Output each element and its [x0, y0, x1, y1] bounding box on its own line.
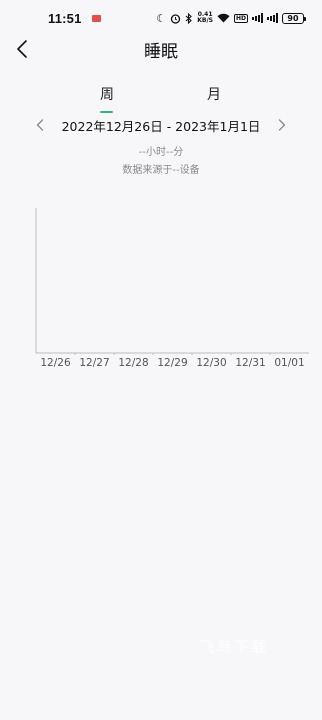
chevron-right-icon	[278, 119, 286, 131]
network-speed: 0.41 KB/S	[197, 12, 213, 24]
x-tick-label: 12/29	[157, 357, 188, 369]
signal-icon-2	[267, 13, 278, 23]
status-time: 11:51	[48, 10, 82, 26]
watermark: 飞鸟下载	[200, 638, 269, 656]
next-period-button[interactable]	[272, 115, 292, 135]
signal-icon	[252, 13, 263, 23]
previous-period-button[interactable]	[30, 115, 50, 135]
x-tick-label: 12/27	[79, 357, 110, 369]
notification-icon	[91, 14, 101, 22]
tab-month[interactable]: 月	[194, 84, 234, 104]
date-navigator: 2022年12月26日 - 2023年1月1日	[0, 113, 322, 137]
x-tick-label: 12/30	[196, 357, 227, 369]
x-tick-label: 01/01	[274, 357, 305, 369]
x-tick-label: 12/26	[40, 357, 71, 369]
page-header: 睡眠	[0, 36, 322, 62]
data-source: 数据来源于--设备	[122, 165, 200, 176]
chevron-left-icon	[36, 119, 44, 131]
status-bar: 11:51 ☾ 0.41 KB/S HD 90	[0, 0, 322, 36]
sleep-duration: --小时--分	[138, 147, 184, 158]
network-speed-unit: KB/S	[197, 17, 213, 24]
tab-week[interactable]: 周	[87, 84, 127, 104]
bluetooth-icon	[185, 12, 193, 24]
x-tick-label: 12/31	[235, 357, 266, 369]
alarm-icon	[170, 13, 181, 24]
x-tick-label: 12/28	[118, 357, 149, 369]
battery-indicator: 90	[282, 12, 306, 24]
status-right: ☾ 0.41 KB/S HD 90	[156, 11, 306, 25]
back-button[interactable]	[10, 36, 34, 62]
back-arrow-icon	[17, 40, 27, 58]
do-not-disturb-icon: ☾	[156, 11, 167, 25]
date-range-label: 2022年12月26日 - 2023年1月1日	[61, 118, 261, 134]
status-left: 11:51	[48, 11, 101, 26]
sleep-chart: 12/26 12/27 12/28 12/29 12/30 12/31 01/01	[0, 205, 322, 380]
hd-badge: HD	[233, 13, 248, 23]
page-title: 睡眠	[144, 41, 178, 62]
period-tabs: 周 月	[0, 84, 322, 116]
sleep-chart-svg	[35, 208, 309, 355]
wifi-icon	[217, 13, 230, 23]
